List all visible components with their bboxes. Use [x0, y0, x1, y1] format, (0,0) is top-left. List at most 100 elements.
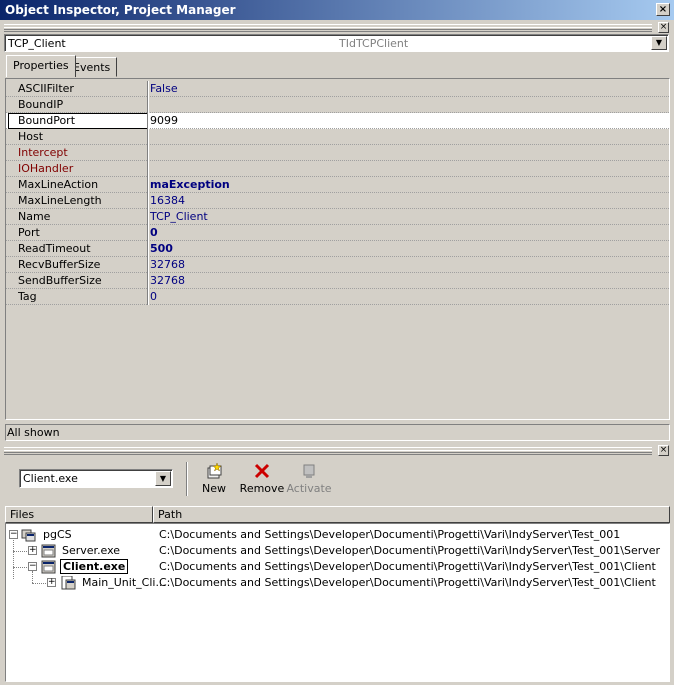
column-divider[interactable] [147, 145, 149, 161]
property-name: IOHandler [18, 162, 74, 175]
property-value[interactable]: 0 [150, 226, 158, 239]
property-row-port[interactable]: Port 0 [6, 225, 669, 241]
project-manager-close-button[interactable]: × [658, 445, 669, 456]
status-text: All shown [7, 426, 60, 439]
property-name: MaxLineLength [18, 194, 102, 207]
tab-properties[interactable]: Properties [6, 55, 76, 77]
property-row-name[interactable]: Name TCP_Client [6, 209, 669, 225]
property-row-iohandler[interactable]: IOHandler [6, 161, 669, 177]
property-name: Intercept [18, 146, 68, 159]
property-name: MaxLineAction [18, 178, 99, 191]
property-name: Tag [18, 290, 37, 303]
expand-toggle[interactable]: + [47, 578, 56, 587]
property-row-boundport[interactable]: BoundPort 9099 [6, 113, 669, 129]
tree-item-project-group[interactable]: − pgCS C:\Documents and Settings\Develop… [6, 527, 669, 543]
property-row-tag[interactable]: Tag 0 [6, 289, 669, 305]
chevron-down-icon[interactable]: ▼ [651, 36, 667, 50]
property-value[interactable]: 0 [150, 290, 157, 303]
project-manager-dock-grip-line [4, 450, 652, 453]
column-divider[interactable] [147, 177, 149, 193]
tree-item-path: C:\Documents and Settings\Developer\Docu… [159, 544, 661, 557]
property-name: RecvBufferSize [18, 258, 101, 271]
property-row-recvbuffersize[interactable]: RecvBufferSize 32768 [6, 257, 669, 273]
property-row-host[interactable]: Host [6, 129, 669, 145]
column-divider[interactable] [147, 97, 149, 113]
new-button[interactable]: New [188, 462, 240, 495]
tab-events-label: Events [73, 61, 111, 74]
inspector-dock-grip-line [4, 27, 652, 30]
tree-item-label: Server.exe [62, 544, 121, 557]
chevron-down-icon[interactable]: ▼ [155, 471, 171, 486]
property-row-maxlinelength[interactable]: MaxLineLength 16384 [6, 193, 669, 209]
property-name: BoundIP [18, 98, 64, 111]
tree-item-client-exe[interactable]: − Client.exe C:\Documents and Settings\D… [6, 559, 669, 575]
tree-item-path: C:\Documents and Settings\Developer\Docu… [159, 528, 621, 541]
unit-file-icon [61, 576, 76, 590]
new-item-icon [207, 462, 222, 479]
tree-item-label-active: Client.exe [60, 559, 129, 574]
property-row-asciifilter[interactable]: ASCIIFilter False [6, 81, 669, 97]
property-name: BoundPort [8, 113, 148, 129]
tree-item-label: pgCS [43, 528, 72, 541]
column-divider[interactable] [147, 241, 149, 257]
property-row-readtimeout[interactable]: ReadTimeout 500 [6, 241, 669, 257]
property-value[interactable]: False [150, 82, 178, 95]
project-icon [41, 560, 56, 574]
property-row-boundip[interactable]: BoundIP [6, 97, 669, 113]
project-group-icon [21, 529, 36, 542]
column-divider[interactable] [147, 225, 149, 241]
column-divider[interactable] [147, 289, 149, 305]
column-header-path[interactable]: Path [153, 506, 670, 523]
collapse-toggle[interactable]: − [9, 530, 18, 539]
collapse-toggle[interactable]: − [28, 562, 37, 571]
project-icon [41, 544, 56, 558]
activate-icon [303, 464, 315, 478]
property-value[interactable]: 500 [150, 242, 173, 255]
object-type: TIdTCPClient [339, 37, 409, 50]
property-value[interactable]: 32768 [150, 274, 185, 287]
column-header-path-label: Path [158, 508, 183, 521]
tree-item-path: C:\Documents and Settings\Developer\Docu… [159, 576, 656, 589]
column-divider[interactable] [147, 257, 149, 273]
column-header-files[interactable]: Files [5, 506, 153, 523]
activate-button-label: Activate [286, 482, 332, 495]
remove-x-icon [254, 463, 270, 479]
property-name: ReadTimeout [18, 242, 91, 255]
column-divider[interactable] [147, 113, 149, 129]
property-row-maxlineaction[interactable]: MaxLineAction maException [6, 177, 669, 193]
property-value-editor[interactable]: 9099 [150, 114, 178, 127]
inspector-close-button[interactable]: × [658, 22, 669, 33]
window-title: Object Inspector, Project Manager [5, 3, 236, 17]
tree-item-label: Main_Unit_Cli... [82, 576, 166, 589]
project-tree: − pgCS C:\Documents and Settings\Develop… [5, 523, 670, 682]
column-divider[interactable] [147, 193, 149, 209]
column-divider[interactable] [147, 81, 149, 97]
column-divider[interactable] [147, 273, 149, 289]
column-divider[interactable] [147, 129, 149, 145]
column-header-files-label: Files [10, 508, 35, 521]
property-name: Name [18, 210, 51, 223]
property-value[interactable]: 16384 [150, 194, 185, 207]
object-selector-combo[interactable]: TCP_Client TIdTCPClient ▼ [4, 34, 669, 52]
column-divider[interactable] [147, 161, 149, 177]
property-row-intercept[interactable]: Intercept [6, 145, 669, 161]
column-divider[interactable] [147, 209, 149, 225]
window-close-button[interactable]: × [656, 3, 670, 16]
window-title-bar[interactable]: Object Inspector, Project Manager [0, 0, 674, 20]
property-value[interactable]: TCP_Client [150, 210, 208, 223]
tab-properties-label: Properties [13, 59, 69, 72]
target-selector-value: Client.exe [23, 472, 78, 485]
tree-item-server-exe[interactable]: + Server.exe C:\Documents and Settings\D… [6, 543, 669, 559]
remove-button[interactable]: Remove [236, 462, 288, 495]
expand-toggle[interactable]: + [28, 546, 37, 555]
property-row-sendbuffersize[interactable]: SendBufferSize 32768 [6, 273, 669, 289]
property-name: ASCIIFilter [18, 82, 74, 95]
property-grid: ASCIIFilter False BoundIP BoundPort 9099… [5, 78, 670, 420]
remove-button-label: Remove [239, 482, 285, 495]
property-value[interactable]: 32768 [150, 258, 185, 271]
activate-button[interactable]: Activate [283, 462, 335, 495]
property-name: Port [18, 226, 40, 239]
tree-item-main-unit[interactable]: + Main_Unit_Cli... C:\Documents and Sett… [6, 575, 669, 591]
target-selector-combo[interactable]: Client.exe ▼ [19, 469, 173, 488]
property-value[interactable]: maException [150, 178, 230, 191]
